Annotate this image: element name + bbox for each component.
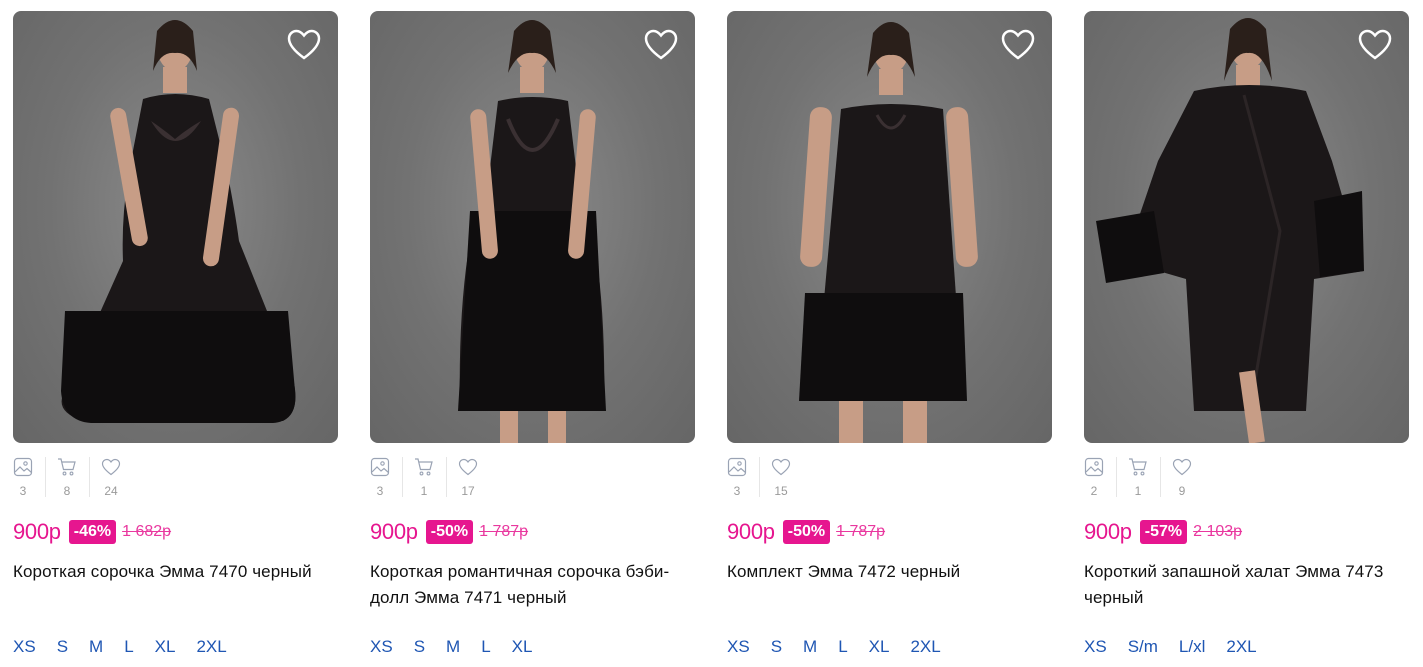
likes-stat[interactable]: 9: [1160, 457, 1192, 497]
likes-count: 17: [461, 484, 475, 498]
likes-count: 9: [1178, 484, 1186, 498]
product-title[interactable]: Комплект Эмма 7472 черный: [727, 559, 1052, 611]
current-price: 900р: [727, 519, 775, 544]
likes-stat[interactable]: 15: [759, 457, 791, 497]
cart-stat[interactable]: 1: [1116, 457, 1148, 497]
discount-badge: -50%: [782, 520, 831, 544]
size-option[interactable]: 2XL: [1226, 637, 1256, 657]
size-option[interactable]: XL: [512, 637, 533, 657]
heart-icon[interactable]: [1357, 27, 1393, 63]
old-price: 1 682р: [122, 523, 172, 540]
size-list: XS S M L XL: [370, 637, 695, 657]
price-row: 900р -50% 1 787р: [727, 518, 1052, 546]
image-icon: [13, 457, 33, 477]
size-option[interactable]: XS: [370, 637, 393, 657]
size-option[interactable]: XS: [727, 637, 750, 657]
heart-icon[interactable]: [286, 27, 322, 63]
size-option[interactable]: L: [481, 637, 490, 657]
image-icon: [1084, 457, 1104, 477]
current-price: 900р: [370, 519, 418, 544]
product-grid: 3 8 24 900р -46% 1 682р Короткая сорочка…: [13, 11, 1409, 667]
product-image: [1096, 18, 1364, 443]
product-photo[interactable]: [1084, 11, 1409, 443]
size-option[interactable]: M: [89, 637, 103, 657]
heart-icon[interactable]: [643, 27, 679, 63]
product-photo[interactable]: [13, 11, 338, 443]
cart-icon: [1129, 458, 1147, 476]
discount-badge: -46%: [68, 520, 117, 544]
photos-count: 2: [1090, 484, 1098, 498]
product-stats: 3 1 17: [370, 457, 695, 497]
product-title[interactable]: Короткий запашной халат Эмма 7473 черный: [1084, 559, 1409, 611]
likes-count: 24: [104, 484, 118, 498]
old-price: 2 103р: [1193, 523, 1243, 540]
cart-stat[interactable]: 1: [402, 457, 434, 497]
product-title[interactable]: Короткая сорочка Эмма 7470 черный: [13, 559, 338, 611]
heart-outline-icon: [771, 458, 791, 476]
photos-stat[interactable]: 3: [370, 457, 390, 497]
cart-icon: [415, 458, 433, 476]
size-option[interactable]: XL: [869, 637, 890, 657]
size-list: XS S M L XL 2XL: [727, 637, 1052, 657]
photos-count: 3: [19, 484, 27, 498]
size-option[interactable]: S: [57, 637, 68, 657]
heart-outline-icon: [458, 458, 478, 476]
product-stats: 2 1 9: [1084, 457, 1409, 497]
product-image: [61, 20, 296, 423]
photos-count: 3: [376, 484, 384, 498]
image-icon: [370, 457, 390, 477]
cart-icon: [58, 458, 76, 476]
size-option[interactable]: XS: [1084, 637, 1107, 657]
size-option[interactable]: L/xl: [1179, 637, 1205, 657]
old-price: 1 787р: [836, 523, 886, 540]
product-image: [799, 22, 978, 443]
current-price: 900р: [13, 519, 61, 544]
likes-stat[interactable]: 17: [446, 457, 478, 497]
size-option[interactable]: S: [771, 637, 782, 657]
size-option[interactable]: L: [124, 637, 133, 657]
product-stats: 3 15: [727, 457, 1052, 497]
size-option[interactable]: 2XL: [196, 637, 226, 657]
product-card: 3 1 17 900р -50% 1 787р Короткая романти…: [370, 11, 695, 667]
size-option[interactable]: L: [838, 637, 847, 657]
cart-count: 1: [1134, 484, 1142, 498]
product-image: [458, 20, 606, 443]
photos-stat[interactable]: 2: [1084, 457, 1104, 497]
size-list: XS S M L XL 2XL: [13, 637, 338, 657]
discount-badge: -57%: [1139, 520, 1188, 544]
heart-outline-icon: [101, 458, 121, 476]
size-option[interactable]: S: [414, 637, 425, 657]
image-icon: [727, 457, 747, 477]
current-price: 900р: [1084, 519, 1132, 544]
product-photo[interactable]: [727, 11, 1052, 443]
cart-count: 1: [420, 484, 428, 498]
cart-stat[interactable]: 8: [45, 457, 77, 497]
size-option[interactable]: S/m: [1128, 637, 1158, 657]
product-card: 3 8 24 900р -46% 1 682р Короткая сорочка…: [13, 11, 338, 667]
heart-icon[interactable]: [1000, 27, 1036, 63]
product-card: 3 15 900р -50% 1 787р Комплект Эмма 7472…: [727, 11, 1052, 667]
likes-stat[interactable]: 24: [89, 457, 121, 497]
product-stats: 3 8 24: [13, 457, 338, 497]
likes-count: 15: [774, 484, 788, 498]
size-option[interactable]: M: [803, 637, 817, 657]
price-row: 900р -46% 1 682р: [13, 518, 338, 546]
photos-count: 3: [733, 484, 741, 498]
old-price: 1 787р: [479, 523, 529, 540]
heart-outline-icon: [1172, 458, 1192, 476]
price-row: 900р -57% 2 103р: [1084, 518, 1409, 546]
size-option[interactable]: XL: [155, 637, 176, 657]
product-photo[interactable]: [370, 11, 695, 443]
size-option[interactable]: M: [446, 637, 460, 657]
price-row: 900р -50% 1 787р: [370, 518, 695, 546]
size-option[interactable]: 2XL: [910, 637, 940, 657]
discount-badge: -50%: [425, 520, 474, 544]
product-title[interactable]: Короткая романтичная сорочка бэби-долл Э…: [370, 559, 695, 611]
cart-count: 8: [63, 484, 71, 498]
product-card: 2 1 9 900р -57% 2 103р Короткий запашной…: [1084, 11, 1409, 667]
photos-stat[interactable]: 3: [13, 457, 33, 497]
photos-stat[interactable]: 3: [727, 457, 747, 497]
size-option[interactable]: XS: [13, 637, 36, 657]
size-list: XS S/m L/xl 2XL: [1084, 637, 1409, 657]
